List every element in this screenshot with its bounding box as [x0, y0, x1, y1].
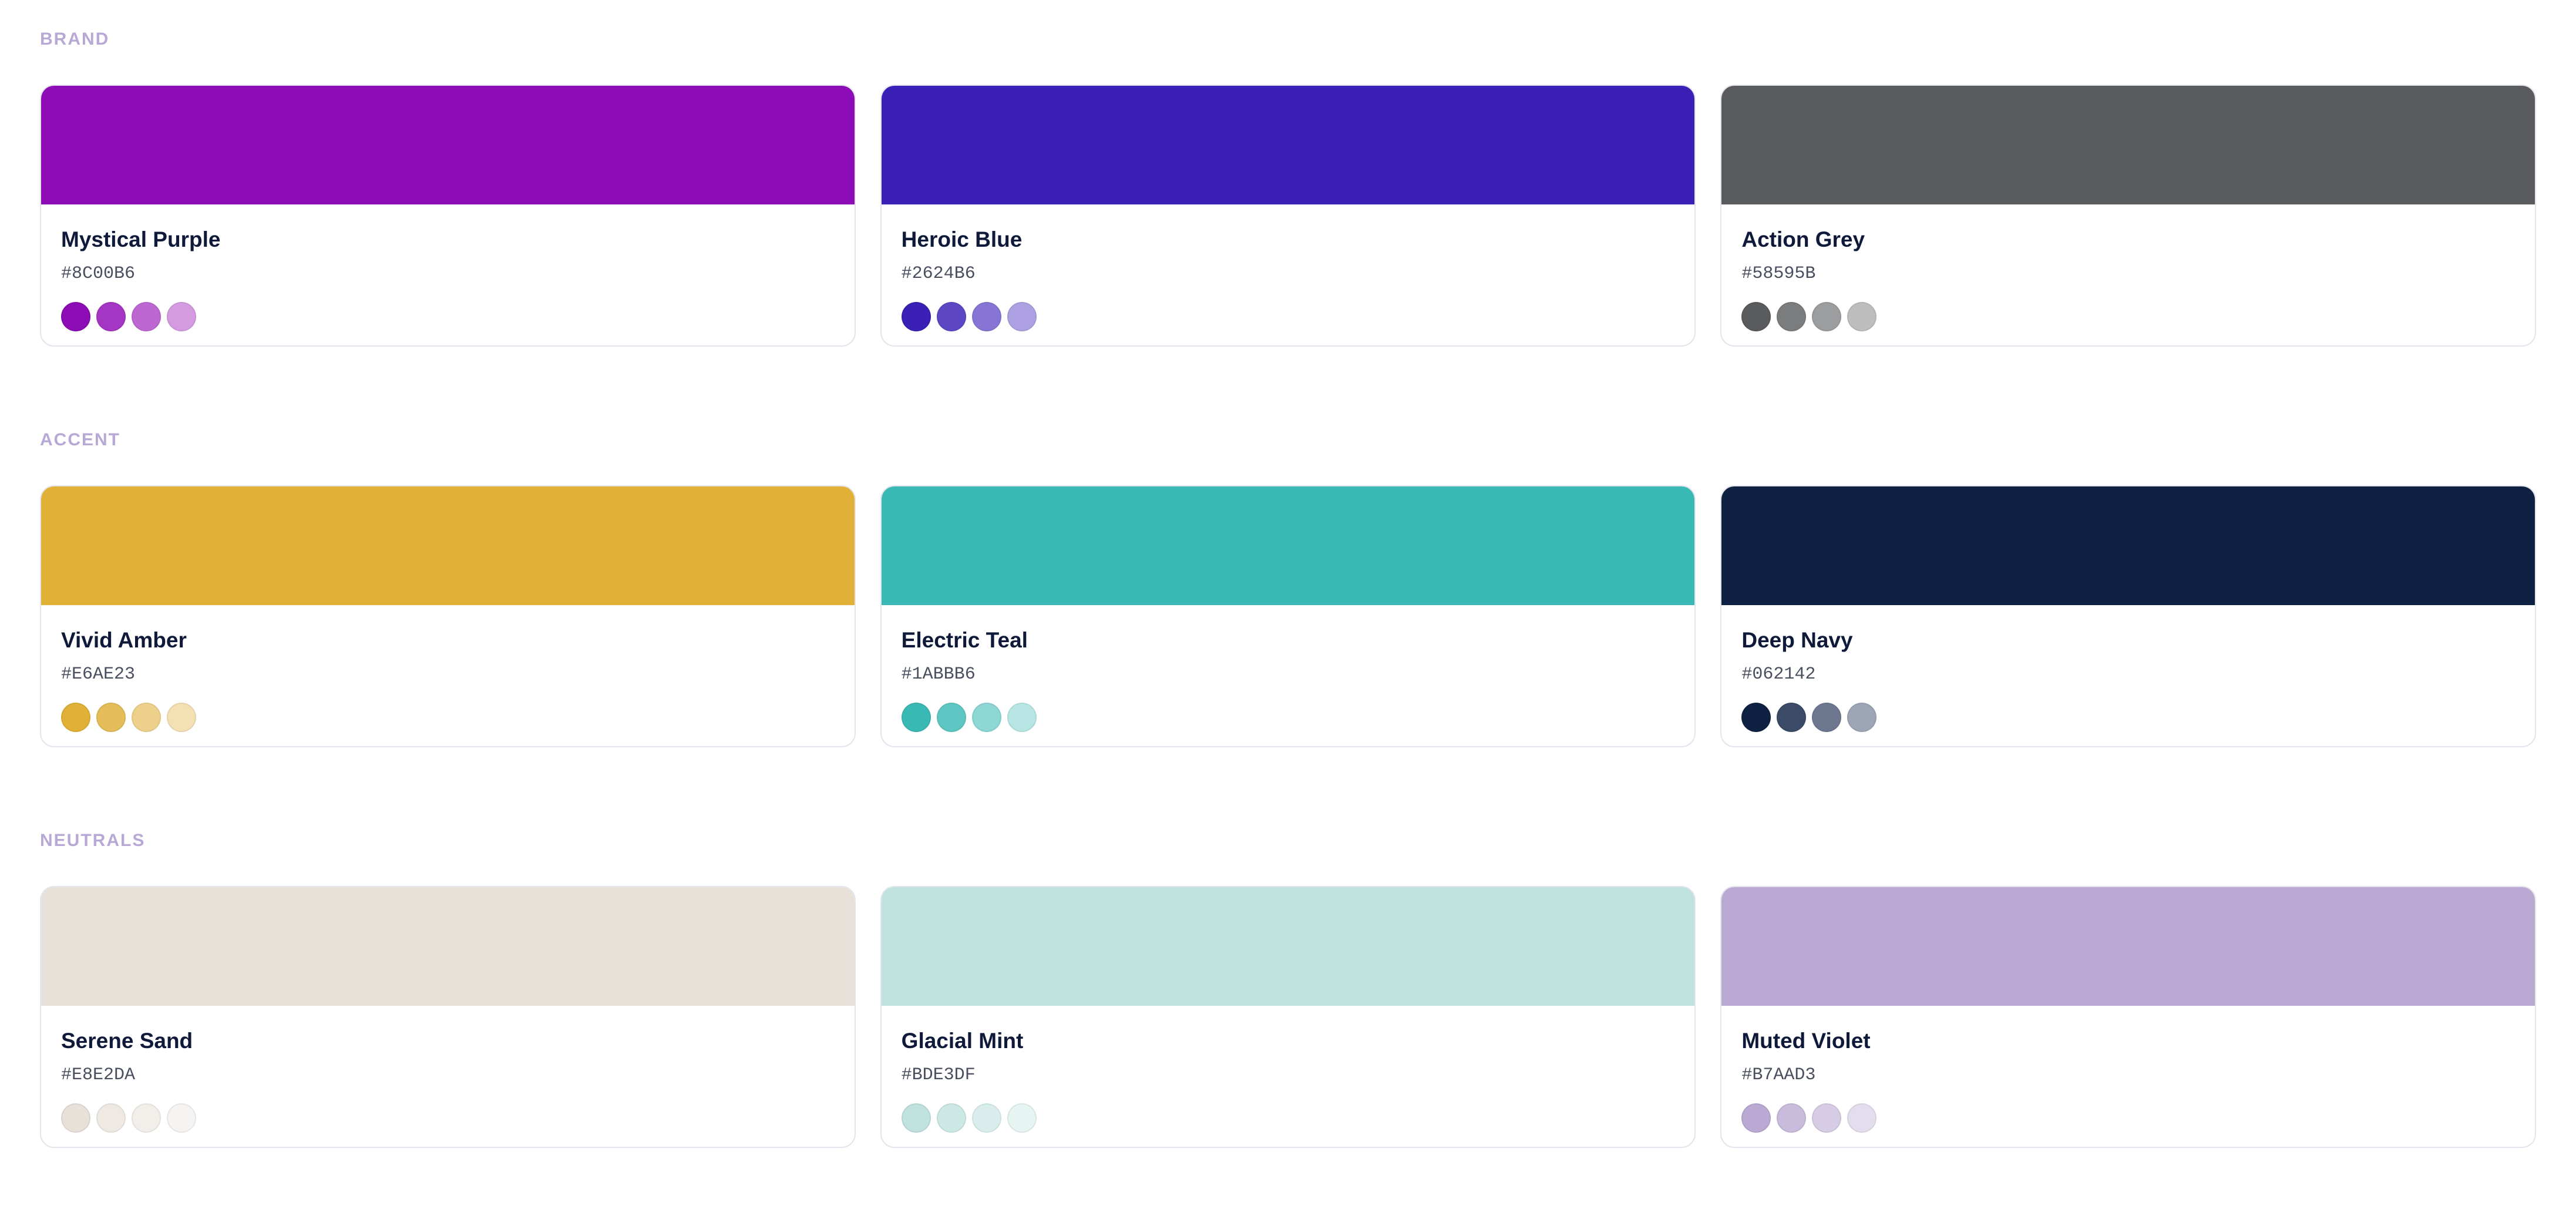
color-card[interactable]: Action Grey #58595B	[1720, 85, 2537, 347]
color-hex[interactable]: #B7AAD3	[1741, 1063, 2515, 1087]
tint-swatch[interactable]	[1777, 1103, 1807, 1133]
tint-swatch[interactable]	[61, 1103, 90, 1133]
tint-swatch[interactable]	[971, 1103, 1001, 1133]
tint-swatch[interactable]	[1847, 703, 1877, 732]
tint-swatch[interactable]	[971, 703, 1001, 732]
color-swatch[interactable]	[1721, 486, 2535, 605]
color-name: Glacial Mint	[901, 1029, 1024, 1053]
color-card[interactable]: Serene Sand #E8E2DA	[40, 886, 856, 1148]
tint-swatch[interactable]	[1812, 703, 1842, 732]
color-palette-page: BRAND Mystical Purple #8C00B6 Heroic Blu…	[0, 0, 2576, 1222]
color-card[interactable]: Deep Navy #062142	[1720, 485, 2537, 747]
tint-swatch[interactable]	[936, 302, 966, 331]
color-swatch[interactable]	[881, 486, 1695, 605]
color-swatch[interactable]	[1721, 887, 2535, 1006]
tint-row	[61, 302, 835, 331]
card-info: Electric Teal #1ABBB6	[882, 605, 1695, 732]
tint-swatch[interactable]	[1847, 1103, 1877, 1133]
card-info: Vivid Amber #E6AE23	[41, 605, 855, 732]
tint-row	[901, 302, 1675, 331]
tint-row	[901, 703, 1675, 732]
card-info: Glacial Mint #BDE3DF	[882, 1006, 1695, 1133]
tint-swatch[interactable]	[61, 703, 90, 732]
card-grid: Serene Sand #E8E2DA Glacial Mint #BDE3DF	[40, 886, 2537, 1148]
tint-swatch[interactable]	[132, 302, 161, 331]
tint-swatch[interactable]	[1007, 703, 1037, 732]
section-label: BRAND	[40, 29, 110, 49]
tint-swatch[interactable]	[1812, 1103, 1842, 1133]
color-swatch[interactable]	[41, 486, 855, 605]
tint-swatch[interactable]	[901, 703, 931, 732]
tint-swatch[interactable]	[1741, 703, 1771, 732]
color-swatch[interactable]	[41, 887, 855, 1006]
color-card[interactable]: Glacial Mint #BDE3DF	[880, 886, 1696, 1148]
card-info: Action Grey #58595B	[1721, 204, 2535, 331]
card-info: Mystical Purple #8C00B6	[41, 204, 855, 331]
color-name: Deep Navy	[1741, 628, 1853, 652]
card-info: Deep Navy #062142	[1721, 605, 2535, 732]
card-info: Muted Violet #B7AAD3	[1721, 1006, 2535, 1133]
color-name: Action Grey	[1741, 227, 1865, 251]
tint-swatch[interactable]	[1007, 1103, 1037, 1133]
tint-swatch[interactable]	[936, 703, 966, 732]
color-hex[interactable]: #1ABBB6	[902, 663, 1675, 686]
color-hex[interactable]: #58595B	[1741, 262, 2515, 286]
tint-swatch[interactable]	[1741, 1103, 1771, 1133]
color-card[interactable]: Vivid Amber #E6AE23	[40, 485, 856, 747]
tint-swatch[interactable]	[1777, 302, 1807, 331]
color-card[interactable]: Muted Violet #B7AAD3	[1720, 886, 2537, 1148]
color-hex[interactable]: #062142	[1741, 663, 2515, 686]
tint-row	[1741, 1103, 2515, 1133]
color-name: Mystical Purple	[61, 227, 221, 251]
color-name: Serene Sand	[61, 1029, 193, 1053]
tint-swatch[interactable]	[936, 1103, 966, 1133]
color-swatch[interactable]	[881, 86, 1695, 204]
tint-swatch[interactable]	[96, 703, 126, 732]
tint-swatch[interactable]	[167, 1103, 196, 1133]
color-swatch[interactable]	[881, 887, 1695, 1006]
tint-swatch[interactable]	[61, 302, 90, 331]
tint-swatch[interactable]	[132, 1103, 161, 1133]
tint-swatch[interactable]	[1007, 302, 1037, 331]
tint-swatch[interactable]	[167, 302, 196, 331]
tint-swatch[interactable]	[1741, 302, 1771, 331]
tint-row	[1741, 703, 2515, 732]
tint-row	[61, 1103, 835, 1133]
color-hex[interactable]: #BDE3DF	[902, 1063, 1675, 1087]
color-hex[interactable]: #8C00B6	[61, 262, 835, 286]
tint-swatch[interactable]	[1847, 302, 1877, 331]
tint-swatch[interactable]	[96, 302, 126, 331]
color-name: Heroic Blue	[901, 227, 1023, 251]
color-name: Vivid Amber	[61, 628, 187, 652]
color-name: Muted Violet	[1741, 1029, 1871, 1053]
color-hex[interactable]: #2624B6	[902, 262, 1675, 286]
color-swatch[interactable]	[1721, 86, 2535, 204]
card-grid: Vivid Amber #E6AE23 Electric Teal #1ABBB…	[40, 485, 2537, 747]
section-label: ACCENT	[40, 430, 120, 449]
color-card[interactable]: Heroic Blue #2624B6	[880, 85, 1696, 347]
color-swatch[interactable]	[41, 86, 855, 204]
color-name: Electric Teal	[901, 628, 1028, 652]
card-grid: Mystical Purple #8C00B6 Heroic Blue #262…	[40, 85, 2537, 347]
tint-swatch[interactable]	[1777, 703, 1807, 732]
color-hex[interactable]: #E6AE23	[61, 663, 835, 686]
tint-swatch[interactable]	[901, 1103, 931, 1133]
color-card[interactable]: Mystical Purple #8C00B6	[40, 85, 856, 347]
tint-row	[901, 1103, 1675, 1133]
section-label: NEUTRALS	[40, 831, 146, 850]
color-hex[interactable]: #E8E2DA	[61, 1063, 835, 1087]
tint-swatch[interactable]	[1812, 302, 1842, 331]
color-card[interactable]: Electric Teal #1ABBB6	[880, 485, 1696, 747]
tint-row	[61, 703, 835, 732]
tint-swatch[interactable]	[167, 703, 196, 732]
card-info: Serene Sand #E8E2DA	[41, 1006, 855, 1133]
tint-swatch[interactable]	[96, 1103, 126, 1133]
tint-row	[1741, 302, 2515, 331]
tint-swatch[interactable]	[901, 302, 931, 331]
tint-swatch[interactable]	[971, 302, 1001, 331]
tint-swatch[interactable]	[132, 703, 161, 732]
card-info: Heroic Blue #2624B6	[882, 204, 1695, 331]
